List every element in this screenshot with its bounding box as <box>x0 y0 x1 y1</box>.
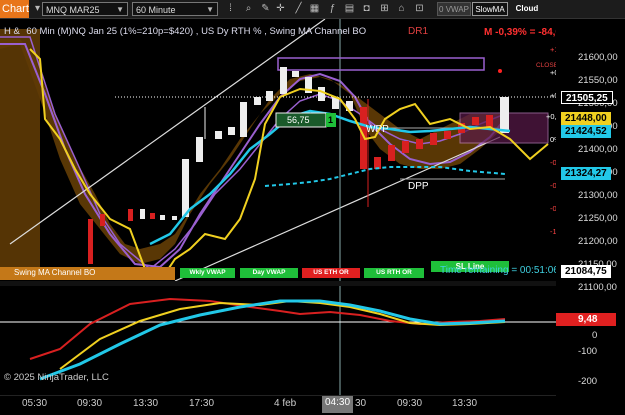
price-chart[interactable] <box>0 19 556 395</box>
dpp-label: DPP <box>408 181 429 192</box>
day-vwap-button[interactable]: Day VWAP <box>240 268 298 278</box>
us-rth-or-button[interactable]: US RTH OR <box>364 268 424 278</box>
indicator-icon[interactable]: ƒ <box>326 2 339 16</box>
ma-dashed-line <box>264 166 506 187</box>
osc-label: -200 <box>578 376 598 387</box>
level-tag: 21084,75 <box>561 265 611 278</box>
window-link-icon[interactable]: ⌂ <box>395 2 408 16</box>
instrument-selector[interactable]: MNQ MAR25 ▼ <box>42 2 128 16</box>
time-axis[interactable]: 05:30 09:30 13:30 17:30 4 feb 04:30 30 0… <box>0 395 556 415</box>
toolbar: Chart ▾ MNQ MAR25 ▼ 60 Minute ▼ ⁞ ⌕ ✎ ✛ … <box>0 0 625 19</box>
instrument-value: MNQ MAR25 <box>46 5 100 15</box>
count-box-text: 1 <box>328 115 334 125</box>
range-box <box>277 57 485 71</box>
price-label: 21600,00 <box>578 52 618 63</box>
marker-dot <box>498 69 502 73</box>
osc-red-line <box>29 297 506 360</box>
price-label: 21200,00 <box>578 236 618 247</box>
time-label: 17:30 <box>189 398 215 409</box>
level-tag: 21424,52 <box>561 125 611 138</box>
chevron-down-icon: ▼ <box>206 5 214 14</box>
osc-value-tag: 9,48 <box>556 313 616 326</box>
time-label: 30 <box>355 398 367 409</box>
zoom-icon[interactable]: ⌕ <box>242 2 255 16</box>
time-label: 13:30 <box>452 398 478 409</box>
strategy-icon[interactable]: ▦ <box>308 2 321 16</box>
value-box-text: 56,75 <box>287 115 310 125</box>
chart-tab[interactable]: Chart <box>0 0 29 18</box>
level-tag: 21448,00 <box>561 112 611 125</box>
snapshot-icon[interactable]: ◘ <box>360 2 373 16</box>
time-remaining: Time remaining = 00:51:06 <box>440 265 559 276</box>
osc-cyan-line <box>39 299 506 381</box>
copyright: © 2025 NinjaTrader, LLC <box>4 372 109 383</box>
pnl-label: M -0,39% = -84,00 <box>484 27 567 38</box>
cloud-toggle-button[interactable]: Cloud <box>512 2 542 16</box>
price-axis[interactable]: 21600,00 21550,00 21500,00 21450,00 2140… <box>556 19 625 395</box>
current-price-tag: 21505,25 <box>561 91 613 104</box>
pane-separator[interactable] <box>0 281 556 286</box>
vwap-toggle-button[interactable]: 0 VWAP <box>437 2 471 16</box>
price-label: 21100,00 <box>578 282 617 293</box>
drawing-tool-icon[interactable]: ╱ <box>292 2 305 16</box>
cursor-time-label: 04:30 <box>322 396 354 413</box>
lock-icon[interactable]: ⊡ <box>413 2 426 16</box>
time-label: 09:30 <box>77 398 103 409</box>
slowma-toggle-button[interactable]: SlowMA <box>472 2 508 16</box>
time-label: 4 feb <box>274 398 297 409</box>
price-label: 21550,00 <box>578 75 618 86</box>
template-icon[interactable]: ▤ <box>343 2 356 16</box>
time-label: 09:30 <box>397 398 423 409</box>
bar-type-icon[interactable]: ⁞ <box>224 2 237 16</box>
interval-selector[interactable]: 60 Minute ▼ <box>132 2 218 16</box>
trendline-lower <box>174 136 501 282</box>
price-label: 21250,00 <box>578 213 618 224</box>
level-tag: 21324,27 <box>561 167 611 180</box>
crosshair-icon[interactable]: ✛ <box>274 2 287 16</box>
chevron-down-icon: ▼ <box>116 5 124 14</box>
osc-label: 0 <box>592 330 598 341</box>
grid-icon[interactable]: ⊞ <box>378 2 391 16</box>
swing-label: Swing MA Channel BO <box>14 268 96 277</box>
time-label: 13:30 <box>133 398 159 409</box>
wkly-vwap-button[interactable]: Wkly VWAP <box>180 268 235 278</box>
dr-label: DR1 <box>408 26 429 37</box>
wpp-label: WPP <box>366 124 389 135</box>
us-eth-or-button[interactable]: US ETH OR <box>302 268 360 278</box>
price-label: 21400,00 <box>578 144 618 155</box>
time-label: 05:30 <box>22 398 48 409</box>
price-label: 21300,00 <box>578 190 618 201</box>
properties-icon[interactable]: ✎ <box>259 2 272 16</box>
chart-title: H & 60 Min (M)NQ Jan 25 (1%=210p=$420) ,… <box>4 26 367 37</box>
osc-label: -100 <box>578 346 598 357</box>
interval-value: 60 Minute <box>136 5 176 15</box>
